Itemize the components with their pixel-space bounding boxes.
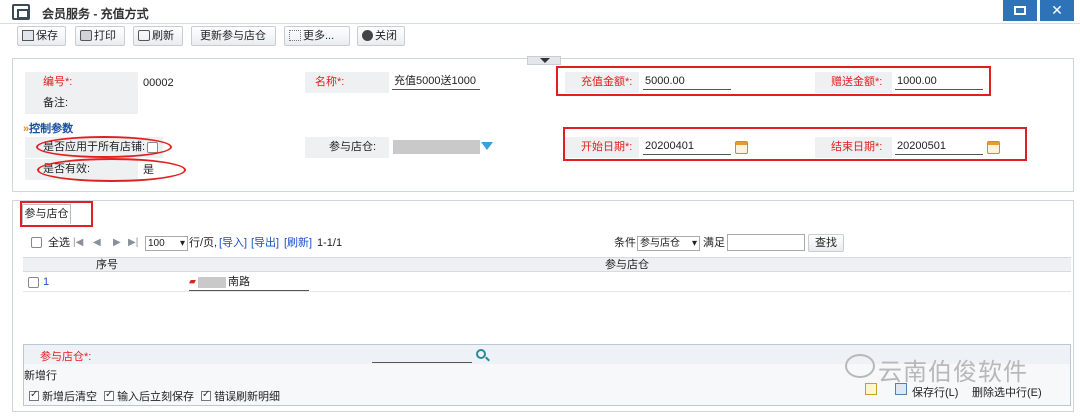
new-row-label: 新增行 <box>24 370 57 382</box>
refresh-on-error-option[interactable]: 错误刷新明细 <box>201 388 280 404</box>
bottom-store-label: 参与店仓*: <box>40 351 92 363</box>
highlight-tab <box>20 201 93 227</box>
new-icon[interactable] <box>865 383 877 395</box>
save-row-button[interactable]: 保存行(L) <box>912 384 958 400</box>
flag-icon: ▰ <box>189 276 196 286</box>
refresh-icon <box>138 30 150 41</box>
first-page-icon[interactable]: |◀ <box>73 237 83 248</box>
table-row[interactable]: 1 ▰ 南路 <box>23 273 1071 292</box>
maximize-icon <box>1014 6 1026 15</box>
code-value: 00002 <box>143 77 174 89</box>
more-icon <box>289 30 301 41</box>
import-link[interactable]: [导入] <box>219 236 247 250</box>
watermark-text: 云南伯俊软件 <box>878 358 1028 386</box>
highlight-all-stores <box>36 136 172 158</box>
chevron-down-icon: ▾ <box>691 238 697 249</box>
column-header-store: 参与店仓 <box>605 259 649 271</box>
condition-label: 条件 <box>614 237 636 249</box>
print-button[interactable]: 打印 <box>75 26 125 46</box>
title-bar: 会员服务 - 充值方式 <box>0 0 1080 24</box>
condition-field-select[interactable]: 参与店仓 ▾ <box>637 236 700 251</box>
name-label: 名称*: <box>305 72 389 93</box>
code-label: 编号*: <box>25 72 138 93</box>
close-button[interactable]: 关闭 <box>357 26 405 46</box>
remark-label: 备注: <box>25 93 138 114</box>
last-page-icon[interactable]: ▶| <box>128 237 138 248</box>
close-icon: ✕ <box>1051 2 1063 18</box>
next-page-icon[interactable]: ▶ <box>113 237 121 248</box>
highlight-valid <box>37 158 186 182</box>
refresh-button[interactable]: 刷新 <box>133 26 183 46</box>
search-input[interactable] <box>727 234 805 251</box>
row-store: 南路 <box>228 276 250 288</box>
prev-page-icon[interactable]: ◀ <box>93 237 101 248</box>
satisfy-label: 满足 <box>703 237 725 249</box>
app-window-icon <box>12 4 30 20</box>
store-redacted <box>198 277 226 288</box>
highlight-amounts-box <box>556 66 991 96</box>
window-title: 会员服务 - 充值方式 <box>42 7 149 21</box>
maximize-button[interactable] <box>1003 0 1037 21</box>
per-page-label: 行/页, <box>189 237 218 249</box>
collapse-toggle[interactable] <box>527 56 561 65</box>
clear-after-add-option[interactable]: 新增后清空 <box>29 388 97 404</box>
select-all-checkbox[interactable] <box>31 237 42 248</box>
page-range: 1-1/1 <box>317 237 343 249</box>
row-index[interactable]: 1 <box>43 273 49 291</box>
export-link[interactable]: [导出] <box>251 236 279 250</box>
column-header-index: 序号 <box>96 259 118 271</box>
select-all-label: 全选 <box>48 237 70 249</box>
search-button[interactable]: 查找 <box>808 234 844 252</box>
save-on-input-option[interactable]: 输入后立刻保存 <box>104 388 194 404</box>
toolbar: 保存 打印 刷新 更新参与店仓 更多... 关闭 <box>0 24 1080 48</box>
more-button[interactable]: 更多... <box>284 26 350 46</box>
clear-after-add-checkbox[interactable] <box>29 389 39 401</box>
chevron-down-icon: ▾ <box>179 238 185 249</box>
delete-row-button[interactable]: 删除选中行(E) <box>972 384 1042 400</box>
save-on-input-checkbox[interactable] <box>104 389 114 401</box>
update-stores-button[interactable]: 更新参与店仓 <box>191 26 276 46</box>
row-underline <box>189 290 309 291</box>
grid-header: 序号 参与店仓 <box>23 257 1071 272</box>
close-window-button[interactable]: ✕ <box>1040 0 1074 21</box>
print-icon <box>80 30 92 41</box>
section-control-params: »控制参数 <box>23 123 74 135</box>
row-checkbox[interactable] <box>28 277 39 288</box>
bottom-store-field[interactable] <box>372 347 472 363</box>
stores-field[interactable] <box>393 140 480 154</box>
search-icon[interactable] <box>476 349 486 359</box>
filter-icon[interactable] <box>481 142 493 150</box>
stores-label: 参与店仓: <box>305 137 389 158</box>
page-size-select[interactable]: 100 ▾ <box>145 236 188 251</box>
save-button[interactable]: 保存 <box>17 26 66 46</box>
name-field[interactable]: 充值5000送1000 <box>392 74 480 90</box>
refresh-on-error-checkbox[interactable] <box>201 389 211 401</box>
close-circle-icon <box>362 30 373 41</box>
watermark-icon <box>845 354 875 378</box>
highlight-dates-box <box>563 127 1027 161</box>
refresh-link[interactable]: [刷新] <box>284 236 312 250</box>
save-row-icon[interactable] <box>895 383 907 395</box>
save-icon <box>22 30 34 41</box>
